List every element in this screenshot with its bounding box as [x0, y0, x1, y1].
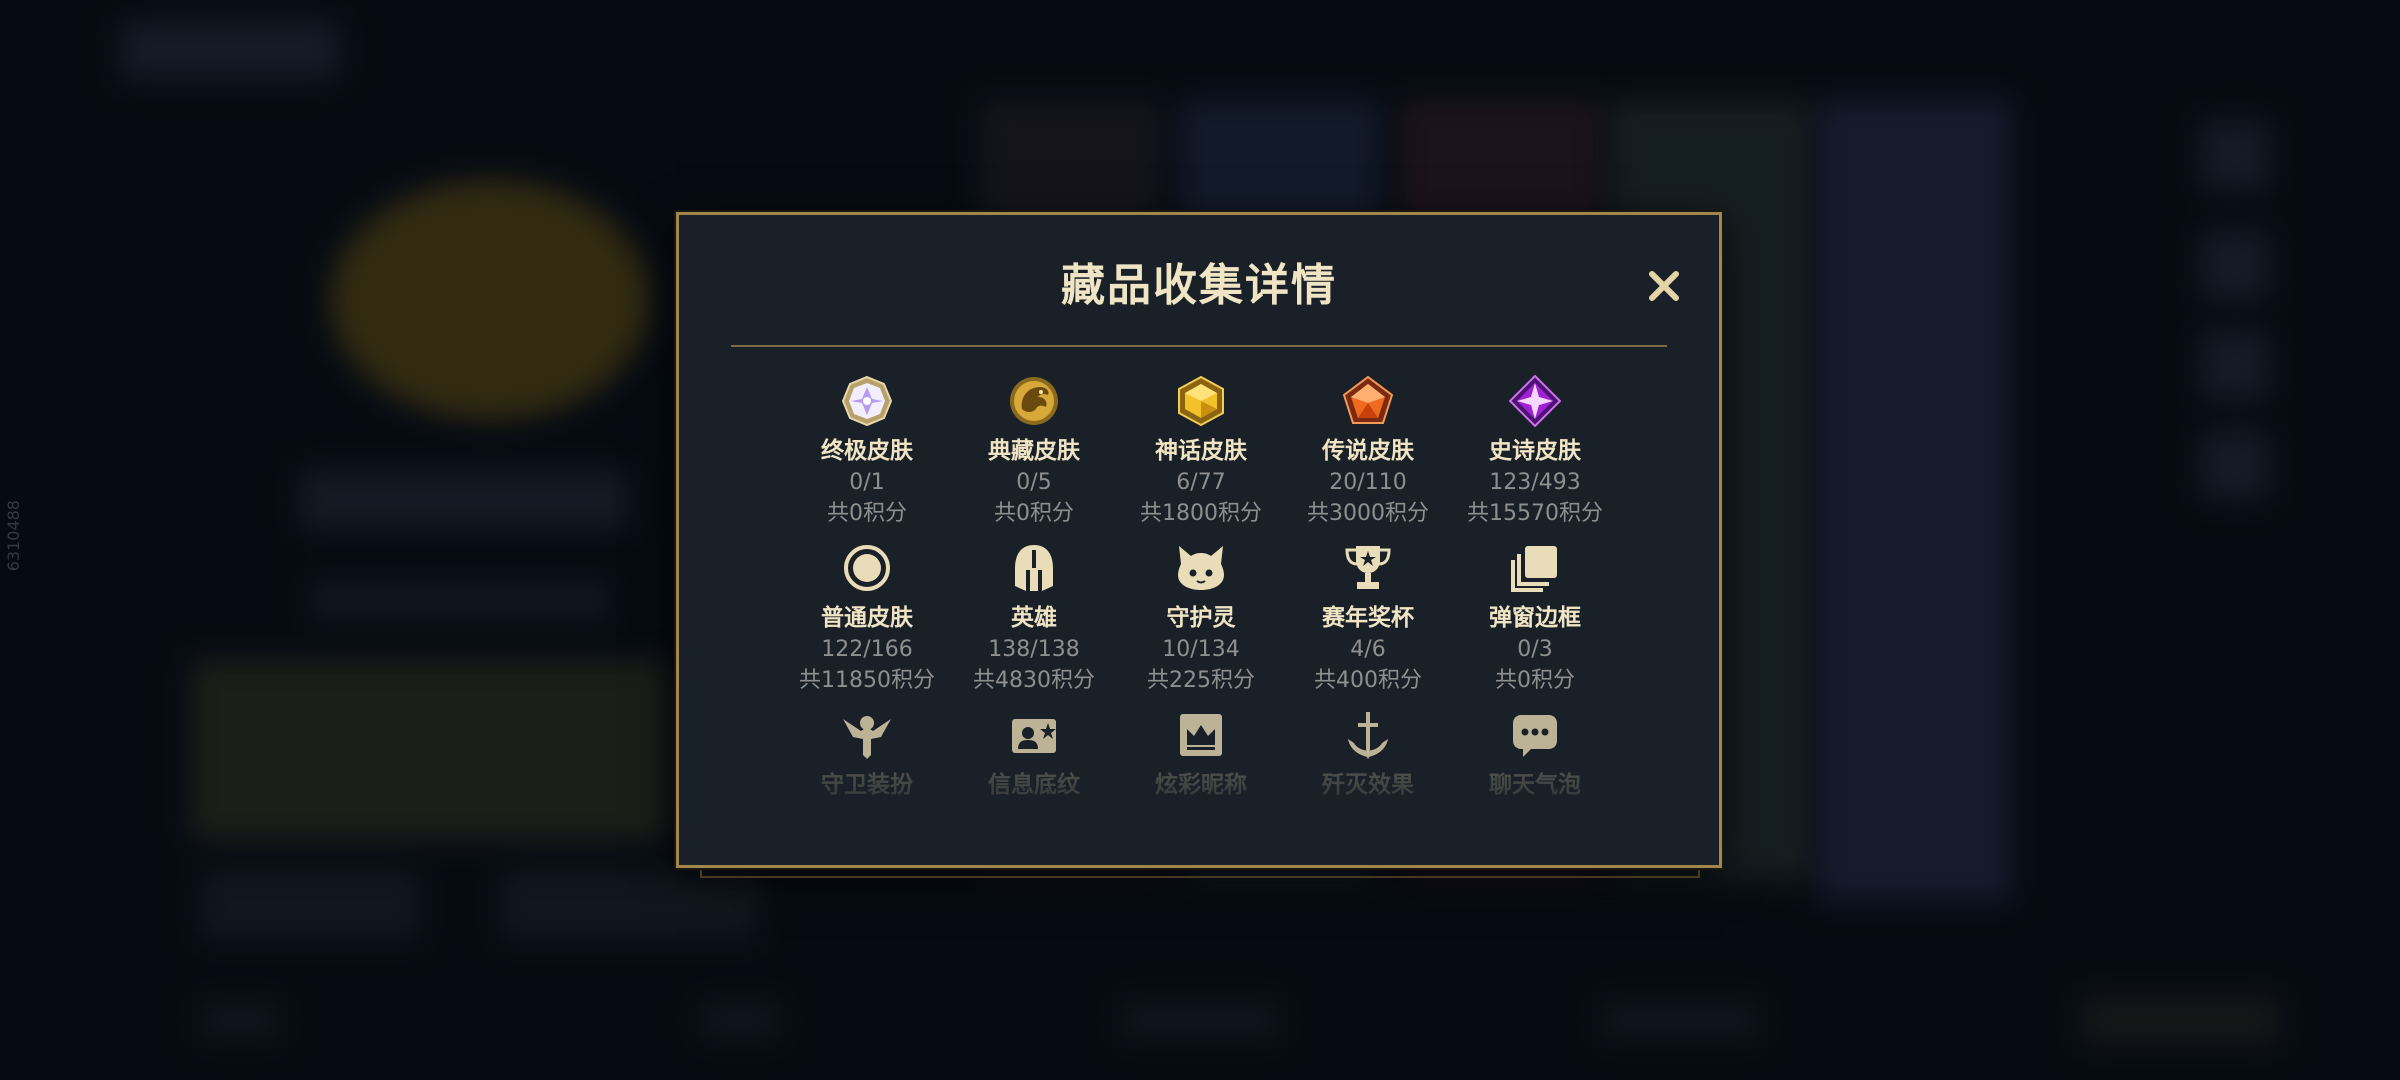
modal-bottom-edge — [700, 868, 1700, 878]
collection-item-ultimate[interactable]: 终极皮肤 0/1 共0积分 — [782, 373, 952, 529]
gold-hexagon-gem-icon — [1173, 373, 1229, 429]
item-count: 0/1 — [849, 470, 885, 495]
close-icon — [1649, 271, 1679, 301]
pet-face-icon — [1173, 540, 1229, 596]
ring-icon — [839, 540, 895, 596]
item-name: 传说皮肤 — [1322, 438, 1414, 464]
item-points: 共0积分 — [1495, 668, 1575, 693]
anchor-sword-icon — [1340, 707, 1396, 763]
item-name: 信息底纹 — [988, 772, 1080, 798]
collection-item-chat-bubbles[interactable]: 聊天气泡 — [1450, 707, 1620, 801]
modal-title: 藏品收集详情 — [1061, 260, 1337, 311]
item-name: 弹窗边框 — [1489, 605, 1581, 631]
item-count: 0/3 — [1517, 637, 1553, 662]
item-name: 史诗皮肤 — [1489, 438, 1581, 464]
title-divider — [731, 345, 1667, 347]
item-points: 共225积分 — [1147, 668, 1255, 693]
item-name: 普通皮肤 — [821, 605, 913, 631]
trophy-icon — [1340, 540, 1396, 596]
helmet-icon — [1006, 540, 1062, 596]
collection-item-mythic[interactable]: 神话皮肤 6/77 共1800积分 — [1116, 373, 1286, 529]
item-name: 典藏皮肤 — [988, 438, 1080, 464]
collection-item-companions[interactable]: 守护灵 10/134 共225积分 — [1116, 540, 1286, 696]
chat-bubble-icon — [1507, 707, 1563, 763]
build-id-text: 6310488 — [4, 500, 23, 572]
item-name: 守卫装扮 — [821, 772, 913, 798]
item-points: 共11850积分 — [799, 668, 935, 693]
item-count: 4/6 — [1350, 637, 1386, 662]
dragon-emblem-icon — [1006, 373, 1062, 429]
purple-diamond-gem-icon — [1507, 373, 1563, 429]
item-name: 守护灵 — [1166, 605, 1236, 631]
item-count: 123/493 — [1489, 470, 1581, 495]
collection-item-trophies[interactable]: 赛年奖杯 4/6 共400积分 — [1283, 540, 1453, 696]
stacked-frames-icon — [1507, 540, 1563, 596]
collection-item-epic[interactable]: 史诗皮肤 123/493 共15570积分 — [1450, 373, 1620, 529]
collection-item-ward-skins[interactable]: 守卫装扮 — [782, 707, 952, 801]
ultimate-gem-icon — [839, 373, 895, 429]
item-count: 138/138 — [988, 637, 1080, 662]
item-points: 共3000积分 — [1307, 501, 1429, 526]
item-points: 共0积分 — [994, 501, 1074, 526]
item-name: 终极皮肤 — [821, 438, 913, 464]
item-count: 10/134 — [1162, 637, 1240, 662]
close-button[interactable] — [1637, 259, 1691, 313]
collection-item-legendary[interactable]: 传说皮肤 20/110 共3000积分 — [1283, 373, 1453, 529]
ward-icon — [839, 707, 895, 763]
item-count: 0/5 — [1016, 470, 1052, 495]
item-count: 20/110 — [1329, 470, 1407, 495]
item-name: 炫彩昵称 — [1155, 772, 1247, 798]
item-points: 共1800积分 — [1140, 501, 1262, 526]
collection-item-elimination-effects[interactable]: 歼灭效果 — [1283, 707, 1453, 801]
collection-item-profile-banners[interactable]: 信息底纹 — [949, 707, 1119, 801]
collection-details-modal: 藏品收集详情 终极皮肤 0/1 共0积分 典藏皮肤 0/5 共0积分 神话皮肤 … — [676, 212, 1722, 868]
item-name: 英雄 — [1011, 605, 1057, 631]
collection-item-color-names[interactable]: 炫彩昵称 — [1116, 707, 1286, 801]
collection-row: 守卫装扮 信息底纹 炫彩昵称 歼灭效果 聊天气泡 — [679, 707, 1719, 867]
collection-item-prestige[interactable]: 典藏皮肤 0/5 共0积分 — [949, 373, 1119, 529]
item-name: 歼灭效果 — [1322, 772, 1414, 798]
item-name: 神话皮肤 — [1155, 438, 1247, 464]
item-points: 共15570积分 — [1467, 501, 1603, 526]
item-points: 共4830积分 — [973, 668, 1095, 693]
collection-item-popup-frames[interactable]: 弹窗边框 0/3 共0积分 — [1450, 540, 1620, 696]
collection-item-heroes[interactable]: 英雄 138/138 共4830积分 — [949, 540, 1119, 696]
crown-badge-icon — [1173, 707, 1229, 763]
profile-card-icon — [1006, 707, 1062, 763]
collection-item-classic[interactable]: 普通皮肤 122/166 共11850积分 — [782, 540, 952, 696]
item-name: 赛年奖杯 — [1322, 605, 1414, 631]
orange-pentagon-gem-icon — [1340, 373, 1396, 429]
item-points: 共400积分 — [1314, 668, 1422, 693]
collection-row: 终极皮肤 0/1 共0积分 典藏皮肤 0/5 共0积分 神话皮肤 6/77 共1… — [679, 373, 1719, 533]
collection-row: 普通皮肤 122/166 共11850积分 英雄 138/138 共4830积分 — [679, 540, 1719, 700]
item-count: 122/166 — [821, 637, 913, 662]
item-points: 共0积分 — [827, 501, 907, 526]
item-count: 6/77 — [1176, 470, 1226, 495]
item-name: 聊天气泡 — [1489, 772, 1581, 798]
